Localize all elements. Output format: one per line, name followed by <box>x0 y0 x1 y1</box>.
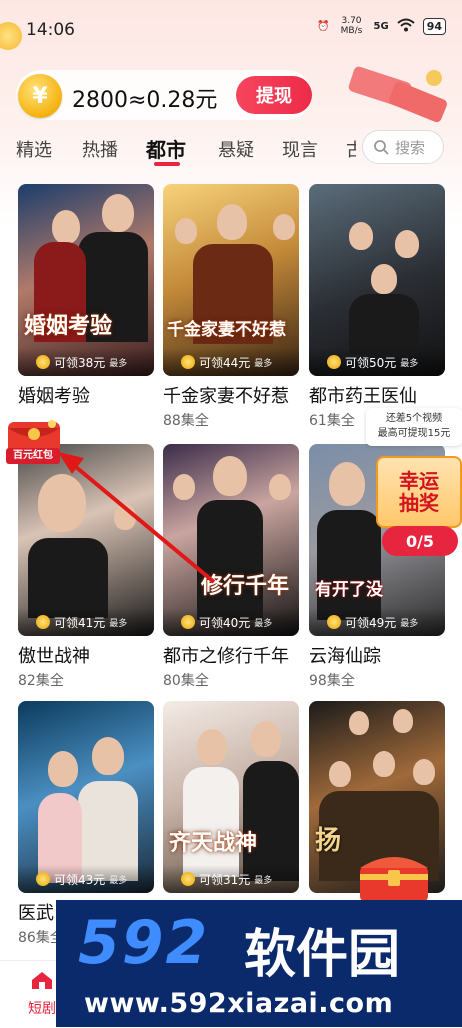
coin-icon <box>181 355 195 369</box>
reward-badge: 可领43元 最多 <box>18 865 154 893</box>
coin-icon <box>327 615 341 629</box>
lucky-draw-progress: 0/5 <box>382 526 458 556</box>
drama-card[interactable]: 修行千年 可领40元 最多 都市之修行千年 80集全 <box>163 444 299 690</box>
coin-decoration <box>0 18 26 54</box>
coin-icon <box>36 355 50 369</box>
drama-card[interactable]: 婚姻考验 可领38元 最多 婚姻考验 <box>18 184 154 410</box>
drama-poster[interactable]: 可领41元 最多 <box>18 444 154 636</box>
drama-episodes: 80集全 <box>163 673 209 689</box>
drama-poster[interactable]: 可领43元 最多 <box>18 701 154 893</box>
drama-poster[interactable]: 修行千年 可领40元 最多 <box>163 444 299 636</box>
coin-icon <box>181 615 195 629</box>
lucky-draw-box[interactable]: 幸运抽奖 <box>376 456 462 528</box>
reward-suffix: 最多 <box>109 358 128 369</box>
watermark-number: 592 <box>78 908 210 978</box>
tooltip-line1: 还差5个视频 <box>385 413 443 424</box>
coin-icon <box>181 872 195 886</box>
reward-badge: 可领31元 最多 <box>163 865 299 893</box>
drama-title: 千金家妻不好惹 <box>163 386 289 407</box>
reward-text: 可领40元 <box>199 615 251 630</box>
reward-suffix: 最多 <box>254 358 273 369</box>
reward-text: 可领44元 <box>199 355 251 370</box>
status-icons: ⏰ 3.70 MB/s 5G 94 <box>317 16 446 36</box>
reward-badge: 可领38元 最多 <box>18 348 154 376</box>
drama-title: 都市之修行千年 <box>163 646 289 667</box>
home-icon[interactable] <box>30 970 54 990</box>
active-tab-indicator <box>154 162 180 166</box>
coin-icon <box>36 872 50 886</box>
search-icon <box>374 140 389 155</box>
search-placeholder: 搜索 <box>395 138 426 157</box>
tooltip-line2: 最高可提现15元 <box>377 428 451 439</box>
poster-title: 有开了没 <box>315 580 383 600</box>
tab-featured[interactable]: 精选 <box>16 136 52 162</box>
drama-card[interactable]: 可领41元 最多 傲世战神 82集全 <box>18 444 154 690</box>
reward-badge: 可领49元 最多 <box>309 608 445 636</box>
drama-poster[interactable]: 齐天战神 可领31元 最多 <box>163 701 299 893</box>
reward-badge: 可领40元 最多 <box>163 608 299 636</box>
search-box[interactable]: 搜索 <box>362 130 444 164</box>
coin-icon <box>36 615 50 629</box>
poster-title: 千金家妻不好惹 <box>167 320 286 340</box>
tab-urban[interactable]: 都市 <box>146 134 186 163</box>
drama-episodes: 98集全 <box>309 673 355 689</box>
reward-suffix: 最多 <box>400 358 419 369</box>
coin-icon <box>327 355 341 369</box>
wallet-balance: 2800≈0.28元 <box>72 88 218 113</box>
reward-text: 可领43元 <box>54 872 106 887</box>
reward-text: 可领31元 <box>199 872 251 887</box>
drama-poster[interactable]: 可领50元 最多 <box>309 184 445 376</box>
drama-title: 都市药王医仙 <box>309 386 417 407</box>
poster-title: 婚姻考验 <box>24 314 113 339</box>
reward-suffix: 最多 <box>109 875 128 886</box>
lucky-draw-widget[interactable]: 幸运抽奖 0/5 <box>376 456 462 556</box>
reward-badge: 可领41元 最多 <box>18 608 154 636</box>
withdraw-button[interactable]: 提现 <box>236 76 312 114</box>
poster-title: 扬 <box>315 826 342 856</box>
reward-text: 可领41元 <box>54 615 106 630</box>
poster-title: 修行千年 <box>201 574 290 599</box>
network-speed: 3.70 MB/s <box>340 16 363 36</box>
reward-text: 可领38元 <box>54 355 106 370</box>
watermark-brand: 软件园 <box>244 925 401 985</box>
drama-title: 婚姻考验 <box>18 386 90 407</box>
video-progress-tooltip: 还差5个视频 最高可提现15元 <box>366 408 462 446</box>
tab-hot[interactable]: 热播 <box>82 136 118 162</box>
drama-poster[interactable]: 婚姻考验 可领38元 最多 <box>18 184 154 376</box>
gold-coin-icon: ¥ <box>18 74 62 118</box>
drama-poster[interactable]: 千金家妻不好惹 可领44元 最多 <box>163 184 299 376</box>
tab-suspense[interactable]: 悬疑 <box>218 136 254 162</box>
treasure-chest-icon[interactable] <box>352 846 436 906</box>
alarm-icon: ⏰ <box>317 20 330 32</box>
red-packet-label[interactable]: 百元红包 <box>6 448 60 464</box>
reward-suffix: 最多 <box>254 618 273 629</box>
wifi-icon <box>397 18 415 35</box>
nav-home-label[interactable]: 短剧 <box>28 998 56 1018</box>
status-time: 14:06 <box>26 20 75 40</box>
lucky-draw-title: 幸运抽奖 <box>399 469 439 515</box>
reward-suffix: 最多 <box>109 618 128 629</box>
signal-indicator: 5G <box>373 20 389 32</box>
drama-card[interactable]: 千金家妻不好惹 可领44元 最多 千金家妻不好惹 88集全 <box>163 184 299 430</box>
drama-episodes: 88集全 <box>163 413 209 429</box>
drama-card[interactable]: 可领50元 最多 都市药王医仙 61集全 <box>309 184 445 430</box>
reward-suffix: 最多 <box>254 875 273 886</box>
drama-title: 云海仙踪 <box>309 646 381 667</box>
watermark-url: www.592xiazai.com <box>84 988 394 1019</box>
reward-badge: 可领50元 最多 <box>309 348 445 376</box>
drama-episodes: 82集全 <box>18 673 64 689</box>
reward-text: 可领49元 <box>345 615 397 630</box>
battery-indicator: 94 <box>422 17 446 35</box>
drama-title: 傲世战神 <box>18 646 90 667</box>
reward-text: 可领50元 <box>345 355 397 370</box>
red-envelope-decoration <box>348 66 447 123</box>
reward-suffix: 最多 <box>400 618 419 629</box>
drama-card[interactable]: 齐天战神 可领31元 最多 <box>163 701 299 893</box>
tab-romance[interactable]: 现言 <box>282 136 318 162</box>
reward-badge: 可领44元 最多 <box>163 348 299 376</box>
poster-title: 齐天战神 <box>169 831 258 856</box>
tab-ancient[interactable]: 古 <box>346 136 356 162</box>
